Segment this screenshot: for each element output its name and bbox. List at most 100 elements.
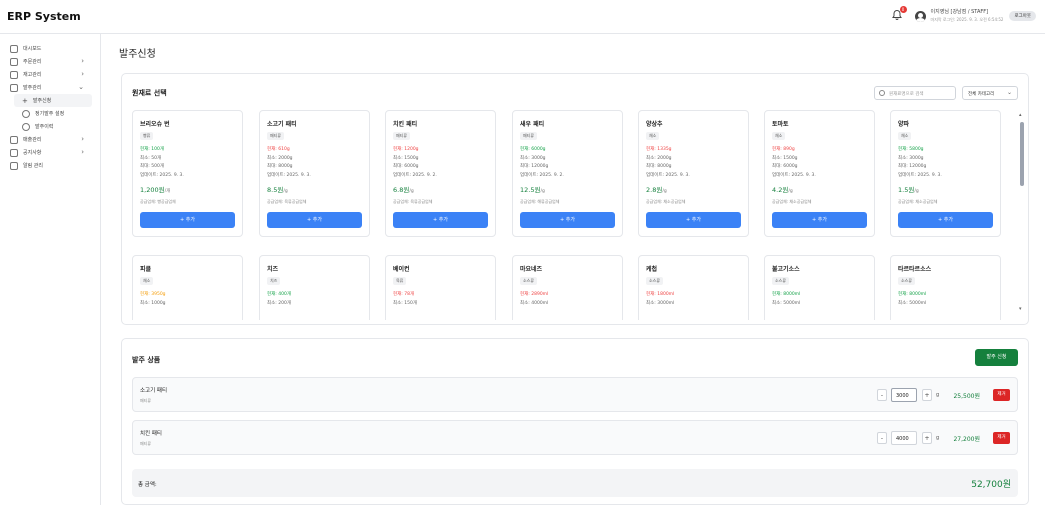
home-icon — [10, 44, 18, 53]
plus-icon: + — [22, 96, 28, 105]
chevron-right-icon: › — [81, 57, 84, 65]
min-stock: 최소: 5000ml — [772, 300, 801, 306]
order-item-category: 패티류 — [140, 441, 152, 446]
updated-date: 업데이트: 2025. 9. 2. — [393, 172, 437, 178]
quantity-input[interactable]: 4000 — [891, 431, 917, 445]
updated-date: 업데이트: 2025. 9. 3. — [772, 172, 816, 178]
materials-scrollbar[interactable]: ▴ ▾ — [1019, 112, 1024, 312]
increase-button[interactable]: + — [922, 389, 932, 401]
sidebar-item-label: 알림 관리 — [23, 163, 43, 169]
supplier: 공급업체: 육류공급업체 — [393, 199, 433, 204]
max-stock: 최대: 8000g — [267, 164, 293, 169]
min-stock: 최소: 3000g — [898, 155, 924, 161]
unit-price: 1,200원/개 — [140, 184, 235, 196]
order-item-amount: 25,500원 — [953, 393, 980, 400]
materials-panel: 원재료 선택 원재료명으로 검색 전체 카테고리 ⌄ 브리오슈 번 빵류 현재: … — [121, 73, 1029, 325]
current-stock: 현재: 890g — [772, 147, 795, 152]
material-card: 새우 패티 패티류 현재: 6000g 최소: 3000g 최대: 12000g… — [512, 110, 623, 237]
sidebar-item-alerts[interactable]: 알림 관리 — [0, 159, 100, 172]
add-button[interactable]: + 추가 — [646, 212, 741, 228]
submit-order-button[interactable]: 발주 신청 — [975, 349, 1018, 366]
current-stock: 현재: 1200g — [393, 147, 419, 152]
add-button[interactable]: + 추가 — [898, 212, 993, 228]
material-name: 새우 패티 — [520, 121, 545, 128]
sidebar-item-label: 발주관리 — [23, 85, 42, 91]
order-title: 발주 상품 — [132, 356, 161, 364]
sidebar-item-orders[interactable]: 주문관리 › — [0, 55, 100, 68]
truck-icon — [10, 83, 18, 92]
increase-button[interactable]: + — [922, 432, 932, 444]
remove-button[interactable]: 제거 — [993, 432, 1010, 444]
current-stock: 현재: 8000ml — [898, 292, 927, 297]
supplier: 공급업체: 채소공급업체 — [898, 199, 938, 204]
sidebar-item-dashboard[interactable]: 대시보드 — [0, 42, 100, 55]
price-value: 8.5원 — [267, 186, 284, 194]
add-button[interactable]: + 추가 — [520, 212, 615, 228]
price-value: 1,200원 — [140, 186, 165, 194]
material-name: 소고기 패티 — [267, 121, 297, 128]
order-row: 치킨 패티 패티류 - 4000 + g 27,200원 제거 — [132, 420, 1018, 455]
category-badge: 소스류 — [898, 277, 916, 285]
price-unit: /g — [283, 189, 288, 194]
scroll-up-icon[interactable]: ▴ — [1019, 112, 1022, 118]
material-name: 베이컨 — [393, 266, 410, 273]
supplier: 공급업체: 해류공급업체 — [520, 199, 560, 204]
category-select-value: 전체 카테고리 — [968, 92, 995, 97]
min-stock: 최소: 50개 — [140, 155, 162, 161]
bell-icon[interactable]: 0 — [891, 6, 907, 23]
max-stock: 최대: 12000g — [898, 164, 927, 169]
supplier: 공급업체: 육류공급업체 — [267, 199, 307, 204]
decrease-button[interactable]: - — [877, 389, 887, 401]
sidebar-item-inventory[interactable]: 재고관리 › — [0, 68, 100, 81]
material-card: 타르타르소스 소스류 현재: 8000ml 최소: 5000ml — [890, 255, 1001, 320]
price-unit: /g — [914, 189, 919, 194]
chevron-right-icon: › — [81, 70, 84, 78]
price-value: 2.8원 — [646, 186, 663, 194]
sidebar-item-purchase-request[interactable]: + 발주신청 — [14, 94, 92, 107]
scrollbar-thumb[interactable] — [1020, 122, 1024, 186]
material-name: 치즈 — [267, 266, 279, 273]
category-select[interactable]: 전체 카테고리 ⌄ — [962, 86, 1018, 100]
search-input[interactable]: 원재료명으로 검색 — [874, 86, 956, 100]
sidebar-item-regular-order[interactable]: 정기발주 설정 — [0, 107, 100, 120]
updated-date: 업데이트: 2025. 9. 3. — [140, 172, 184, 178]
category-badge: 소스류 — [520, 277, 538, 285]
add-button[interactable]: + 추가 — [140, 212, 235, 228]
min-stock: 최소: 1000g — [140, 300, 166, 306]
gear-icon — [22, 109, 30, 118]
decrease-button[interactable]: - — [877, 432, 887, 444]
sidebar-item-purchase[interactable]: 발주관리 ⌄ — [0, 81, 100, 94]
quantity-unit: g — [936, 392, 940, 398]
updated-date: 업데이트: 2025. 9. 3. — [267, 172, 311, 178]
logout-button[interactable]: 로그아웃 — [1009, 11, 1036, 21]
current-stock: 현재: 6000g — [520, 147, 546, 152]
remove-button[interactable]: 제거 — [993, 389, 1010, 401]
sidebar-item-notices[interactable]: 공지사항 › — [0, 146, 100, 159]
add-button[interactable]: + 추가 — [772, 212, 867, 228]
current-stock: 현재: 5800g — [898, 147, 924, 152]
current-stock: 현재: 8000ml — [772, 292, 801, 297]
brand-logo[interactable]: ERP System — [7, 10, 81, 23]
add-button[interactable]: + 추가 — [267, 212, 362, 228]
user-name: 이지영님 [강남점 / STAFF] — [930, 9, 989, 15]
search-placeholder: 원재료명으로 검색 — [889, 92, 924, 97]
category-badge: 소스류 — [646, 277, 664, 285]
material-card: 케첩 소스류 현재: 1800ml 최소: 3000ml — [638, 255, 749, 320]
sidebar-item-sales[interactable]: 매출관리 › — [0, 133, 100, 146]
quantity-input[interactable]: 3000 — [891, 388, 917, 402]
clock-icon — [22, 122, 30, 131]
total-value: 52,700원 — [971, 480, 1011, 490]
sidebar-item-order-history[interactable]: 발주이력 — [0, 120, 100, 133]
min-stock: 최소: 3000ml — [646, 300, 675, 306]
scroll-down-icon[interactable]: ▾ — [1019, 306, 1022, 312]
supplier: 공급업체: 채소공급업체 — [772, 199, 812, 204]
current-stock: 현재: 400개 — [267, 292, 291, 297]
order-item-amount: 27,200원 — [953, 436, 980, 443]
add-button[interactable]: + 추가 — [393, 212, 488, 228]
chevron-down-icon: ⌄ — [78, 83, 84, 91]
updated-date: 업데이트: 2025. 9. 3. — [898, 172, 942, 178]
megaphone-icon — [10, 148, 18, 157]
material-card: 베이컨 육류 현재: 78개 최소: 150개 — [385, 255, 496, 320]
current-stock: 현재: 100개 — [140, 147, 164, 152]
min-stock: 최소: 200개 — [267, 300, 291, 306]
